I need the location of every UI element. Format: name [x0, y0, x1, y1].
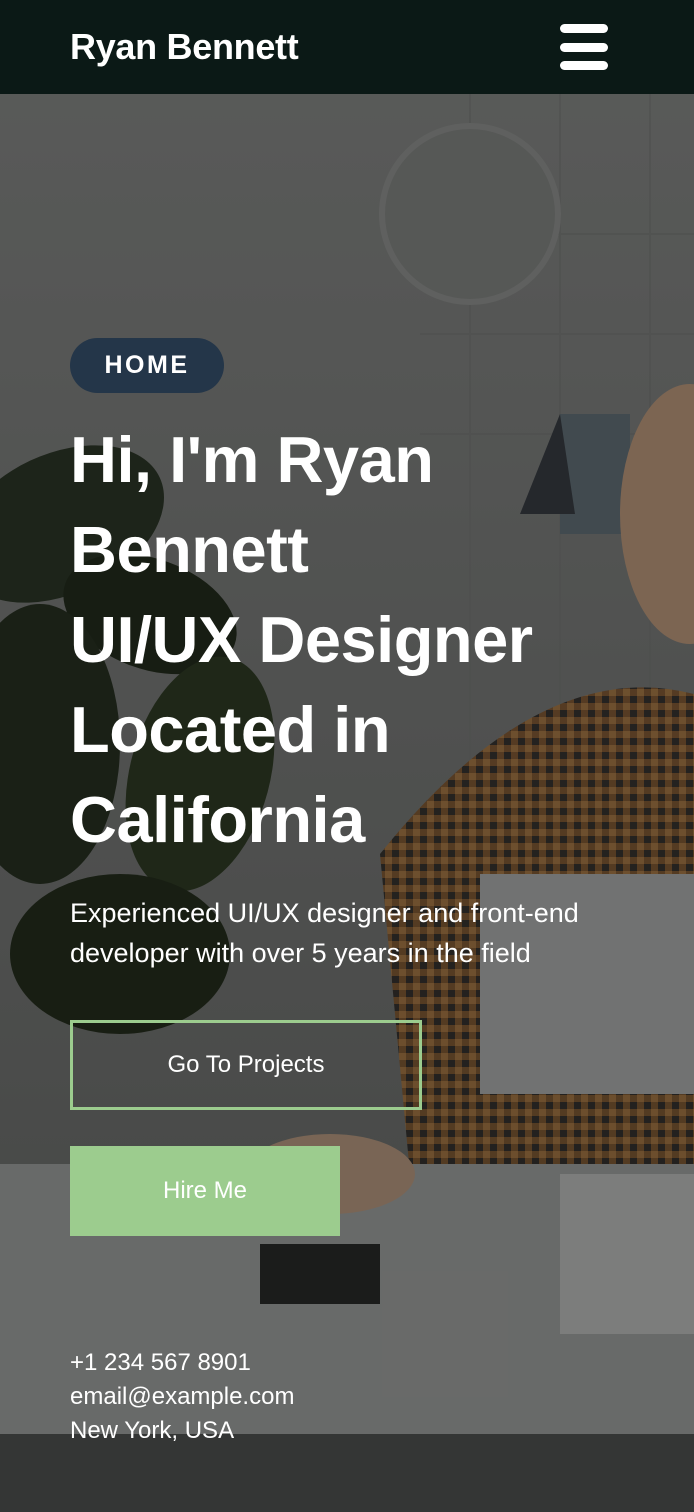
hero-subtitle: Experienced UI/UX designer and front-end…: [70, 898, 579, 968]
hamburger-menu-icon[interactable]: [560, 24, 608, 70]
hero-content: HOME Hi, I'm Ryan Bennett UI/UX Designer…: [70, 338, 670, 973]
headline-line: Bennett: [70, 513, 309, 586]
home-badge: HOME: [70, 338, 224, 393]
headline-line: Hi, I'm Ryan: [70, 423, 434, 496]
phone-link[interactable]: +1 234 567 8901: [70, 1346, 294, 1380]
menu-bar: [560, 61, 608, 70]
location-text: New York, USA: [70, 1417, 235, 1444]
headline-line: Located in: [70, 693, 391, 766]
hire-me-button[interactable]: Hire Me: [70, 1146, 340, 1236]
hero-headline: Hi, I'm Ryan Bennett UI/UX Designer Loca…: [70, 415, 670, 865]
menu-bar: [560, 24, 608, 33]
brand-name[interactable]: Ryan Bennett: [70, 26, 299, 68]
contact-info: +1 234 567 8901 email@example.com New Yo…: [70, 1346, 294, 1448]
menu-bar: [560, 42, 608, 52]
go-to-projects-button[interactable]: Go To Projects: [70, 1020, 422, 1110]
headline-line: UI/UX Designer: [70, 603, 533, 676]
email-link[interactable]: email@example.com: [70, 1380, 294, 1414]
headline-line: California: [70, 783, 365, 856]
site-header: Ryan Bennett: [0, 0, 694, 94]
